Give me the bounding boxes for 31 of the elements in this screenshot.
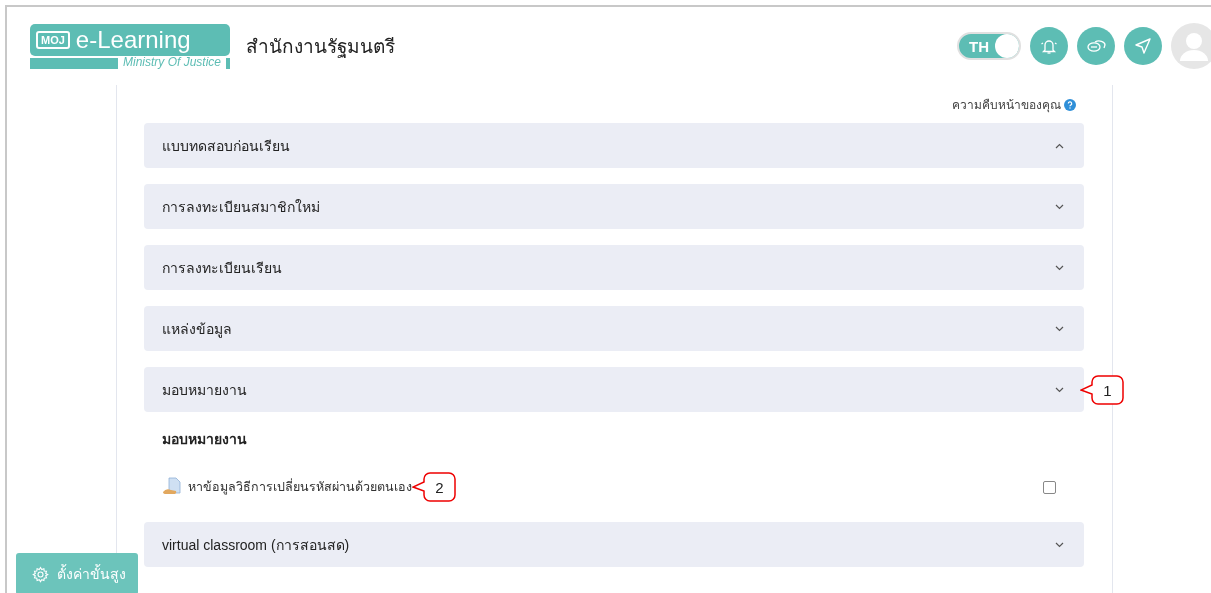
help-icon[interactable] (1064, 98, 1076, 111)
section-header[interactable]: การลงทะเบียนเรียน (144, 245, 1084, 290)
activity-link[interactable]: หาข้อมูลวิธีการเปลี่ยนรหัสผ่านด้วยตนเอง (188, 477, 412, 497)
avatar-icon[interactable] (1171, 23, 1211, 69)
section-header[interactable]: แบบทดสอบก่อนเรียน (144, 123, 1084, 168)
gear-icon (32, 565, 49, 583)
bell-icon (1040, 37, 1058, 55)
logo-title: e-Learning (75, 25, 191, 54)
callout-label: 2 (412, 472, 456, 502)
section-title: การลงทะเบียนสมาชิกใหม่ (162, 197, 320, 217)
section-header[interactable]: virtual classroom (การสอนสด) (144, 522, 1084, 567)
document-icon (162, 477, 182, 497)
callout-label: 1 (1080, 375, 1124, 405)
section-title: มอบหมายงาน (162, 380, 247, 400)
chat-icon (1086, 37, 1106, 55)
notification-button[interactable] (1030, 27, 1068, 65)
section-title: แบบทดสอบก่อนเรียน (162, 136, 290, 156)
section-heading: มอบหมายงาน (162, 430, 248, 449)
progress-label: ความคืบหน้าของคุณ (952, 97, 1061, 114)
section-header[interactable]: แหล่งข้อมูล (144, 306, 1084, 351)
section-title: แหล่งข้อมูล (162, 319, 232, 340)
section-header[interactable]: การลงทะเบียนสมาชิกใหม่ (144, 184, 1084, 229)
section-header[interactable]: มอบหมายงาน (144, 367, 1084, 412)
section-title: virtual classroom (การสอนสด) (162, 535, 350, 555)
site-name: สำนักงานรัฐมนตรี (246, 35, 395, 60)
completion-checkbox[interactable] (1043, 480, 1056, 494)
send-icon (1134, 37, 1152, 55)
navigation-button[interactable] (1124, 27, 1162, 65)
section-title: การลงทะเบียนเรียน (162, 258, 282, 278)
messages-button[interactable] (1077, 27, 1115, 65)
logo-badge: MOJ (36, 30, 70, 49)
